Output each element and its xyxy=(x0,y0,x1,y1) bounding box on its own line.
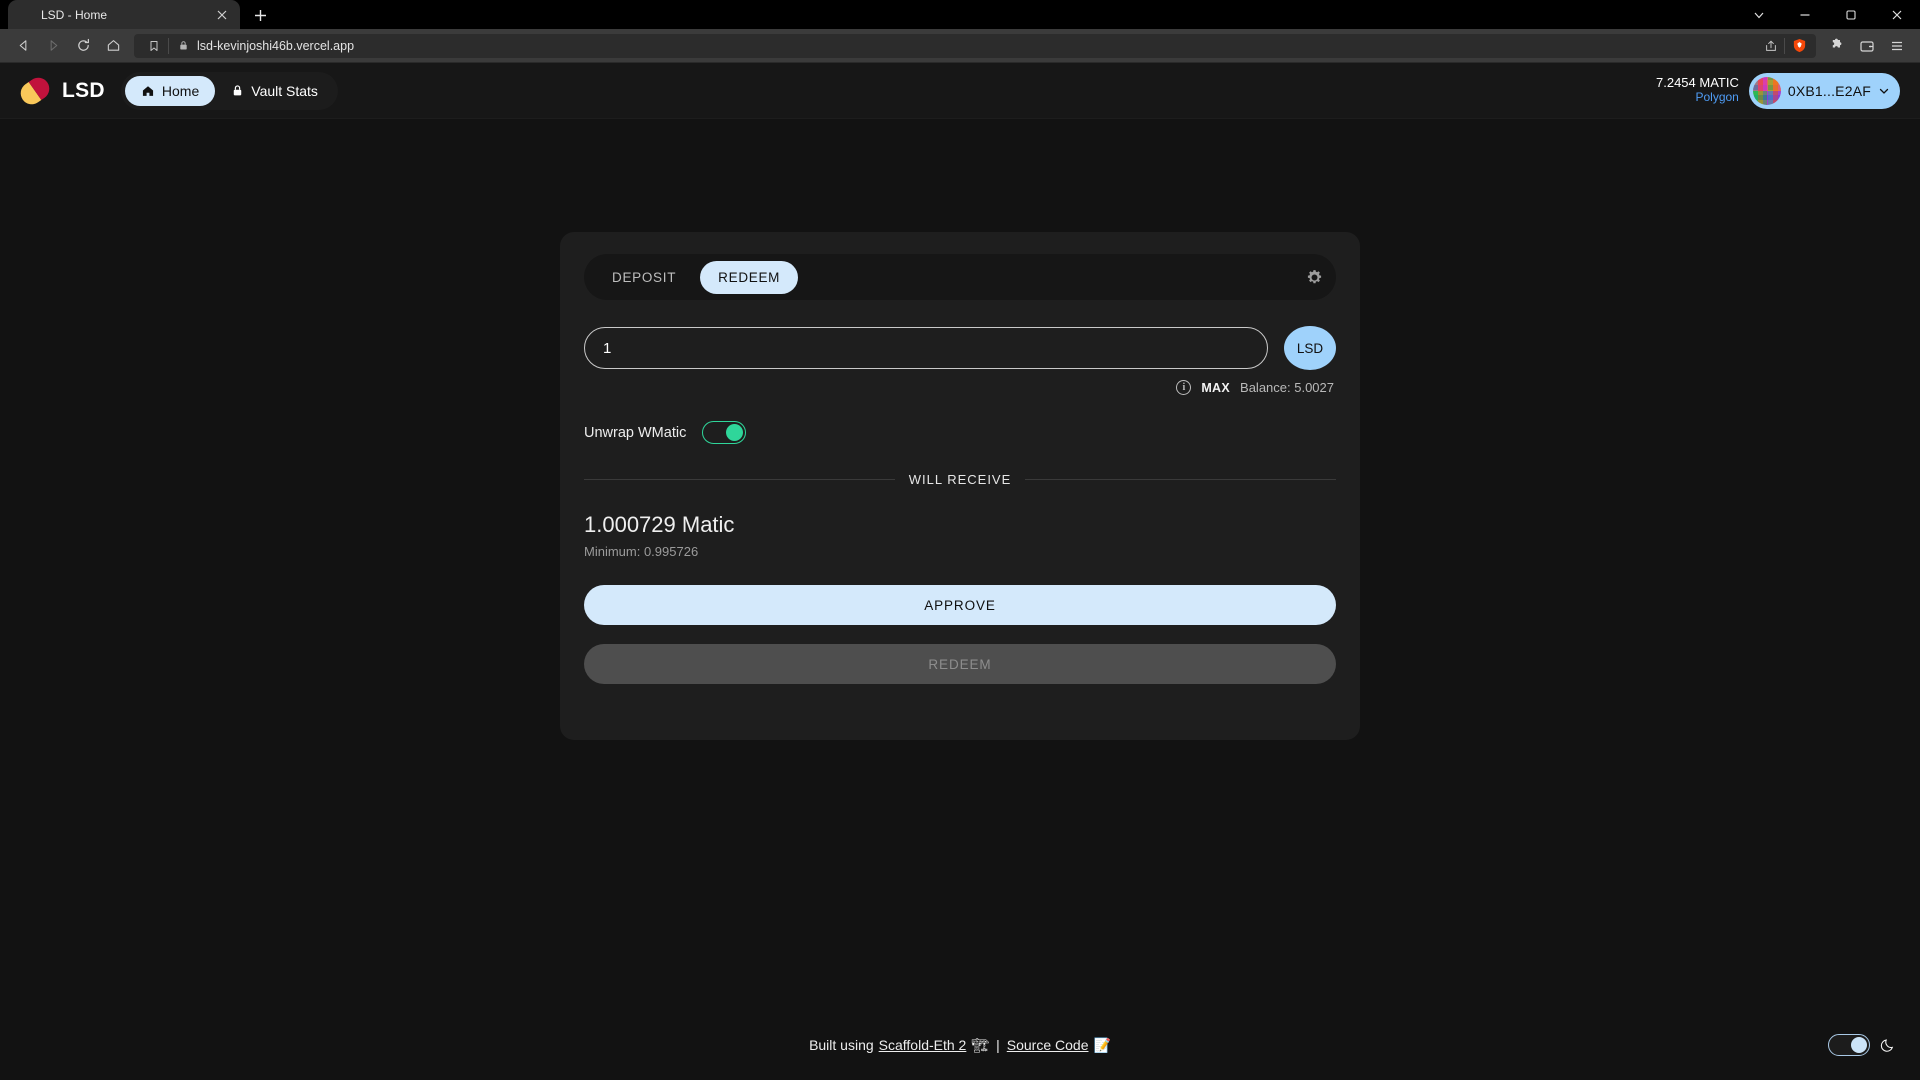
window-controls xyxy=(1736,0,1920,29)
web-page: LSD Home Vault Stats 7.24 xyxy=(0,63,1920,1080)
amount-row: LSD xyxy=(584,326,1336,370)
divider-line-right xyxy=(1025,479,1336,480)
max-button[interactable]: MAX xyxy=(1201,381,1230,395)
tab-deposit[interactable]: DEPOSIT xyxy=(594,261,694,294)
theme-toggle-knob xyxy=(1851,1037,1867,1053)
reload-icon[interactable] xyxy=(68,31,98,61)
footer-credit: Built using Scaffold-Eth 2 🏗 | Source Co… xyxy=(809,1037,1111,1054)
chevron-down-icon xyxy=(1878,85,1890,97)
lock-icon xyxy=(231,84,244,97)
window-close-icon[interactable] xyxy=(1874,0,1920,29)
scaffold-eth-link[interactable]: Scaffold-Eth 2 xyxy=(879,1037,967,1053)
back-arrow-icon[interactable] xyxy=(8,31,38,61)
memo-emoji-icon: 📝 xyxy=(1093,1037,1110,1054)
theme-toggle-area xyxy=(1828,1034,1896,1056)
card-tab-bar: DEPOSIT REDEEM xyxy=(584,254,1336,300)
tab-close-icon[interactable] xyxy=(214,7,230,23)
unwrap-wmatic-label: Unwrap WMatic xyxy=(584,425,686,441)
receive-minimum: Minimum: 0.995726 xyxy=(584,544,1336,559)
footer-built-using: Built using xyxy=(809,1037,874,1053)
balance-label: Balance: 5.0027 xyxy=(1240,380,1334,395)
theme-toggle[interactable] xyxy=(1828,1034,1870,1056)
footer-separator: | xyxy=(996,1037,1000,1053)
lock-icon[interactable] xyxy=(175,40,191,51)
nav-item-label: Home xyxy=(162,83,199,99)
share-icon[interactable] xyxy=(1760,39,1782,53)
avatar xyxy=(1753,77,1781,105)
tab-redeem[interactable]: REDEEM xyxy=(700,261,798,294)
omnibox-divider xyxy=(168,38,169,54)
will-receive-divider: WILL RECEIVE xyxy=(584,472,1336,487)
redeem-button: REDEEM xyxy=(584,644,1336,684)
wallet-account-button[interactable]: 0XB1...E2AF xyxy=(1749,73,1900,109)
wallet-area: 7.2454 MATIC Polygon 0XB1...E2AF xyxy=(1656,73,1900,109)
omnibox-divider-2 xyxy=(1784,38,1785,54)
page-footer: Built using Scaffold-Eth 2 🏗 | Source Co… xyxy=(0,1010,1920,1080)
nav-item-label: Vault Stats xyxy=(251,83,318,99)
divider-line-left xyxy=(584,479,895,480)
brand[interactable]: LSD xyxy=(20,79,105,103)
unwrap-wmatic-toggle[interactable] xyxy=(702,421,746,444)
forward-arrow-icon[interactable] xyxy=(38,31,68,61)
extensions-puzzle-icon[interactable] xyxy=(1822,31,1852,61)
toggle-knob xyxy=(726,424,743,441)
browser-window: LSD - Home xyxy=(0,0,1920,1080)
browser-navigation-bar: lsd-kevinjoshi46b.vercel.app xyxy=(0,29,1920,63)
minimize-icon[interactable] xyxy=(1782,0,1828,29)
lsd-pill-logo-icon xyxy=(16,73,53,108)
tab-title: LSD - Home xyxy=(41,8,206,22)
app-nav: Home Vault Stats xyxy=(121,72,338,110)
token-badge-lsd[interactable]: LSD xyxy=(1284,326,1336,370)
brave-shield-icon[interactable] xyxy=(1791,37,1808,54)
home-icon[interactable] xyxy=(98,31,128,61)
info-circle-icon[interactable]: i xyxy=(1176,380,1191,395)
balance-row: i MAX Balance: 5.0027 xyxy=(584,380,1336,395)
url-text: lsd-kevinjoshi46b.vercel.app xyxy=(197,39,1760,53)
sidebar-item-home[interactable]: Home xyxy=(125,76,215,106)
address-bar[interactable]: lsd-kevinjoshi46b.vercel.app xyxy=(134,34,1816,58)
app-header: LSD Home Vault Stats 7.24 xyxy=(0,63,1920,119)
receive-amount: 1.000729 Matic xyxy=(584,512,1336,538)
wallet-address: 0XB1...E2AF xyxy=(1788,83,1871,99)
source-code-link[interactable]: Source Code xyxy=(1007,1037,1089,1053)
sidebar-item-vault-stats[interactable]: Vault Stats xyxy=(215,76,334,106)
chevron-down-icon[interactable] xyxy=(1736,0,1782,29)
home-icon xyxy=(141,84,155,98)
bookmark-icon[interactable] xyxy=(142,40,166,52)
main-content: DEPOSIT REDEEM LSD i MAX Balance: 5.00 xyxy=(0,119,1920,1010)
brand-name: LSD xyxy=(62,79,105,103)
amount-input[interactable] xyxy=(584,327,1268,369)
moon-icon xyxy=(1880,1037,1896,1053)
new-tab-button[interactable] xyxy=(246,1,274,29)
construction-emoji-icon: 🏗 xyxy=(971,1037,989,1054)
will-receive-label: WILL RECEIVE xyxy=(909,472,1012,487)
maximize-icon[interactable] xyxy=(1828,0,1874,29)
wallet-network-label: Polygon xyxy=(1656,91,1739,105)
browser-tab-strip: LSD - Home xyxy=(0,0,1920,29)
approve-button[interactable]: APPROVE xyxy=(584,585,1336,625)
wallet-balance-amount: 7.2454 MATIC xyxy=(1656,76,1739,91)
wallet-balance: 7.2454 MATIC Polygon xyxy=(1656,76,1739,105)
tab-favicon-pill-logo-icon xyxy=(18,7,33,22)
wallet-icon[interactable] xyxy=(1852,31,1882,61)
swap-card: DEPOSIT REDEEM LSD i MAX Balance: 5.00 xyxy=(560,232,1360,740)
browser-tab[interactable]: LSD - Home xyxy=(8,0,240,29)
gear-icon[interactable] xyxy=(1302,265,1326,289)
unwrap-row: Unwrap WMatic xyxy=(584,421,1336,444)
menu-hamburger-icon[interactable] xyxy=(1882,31,1912,61)
